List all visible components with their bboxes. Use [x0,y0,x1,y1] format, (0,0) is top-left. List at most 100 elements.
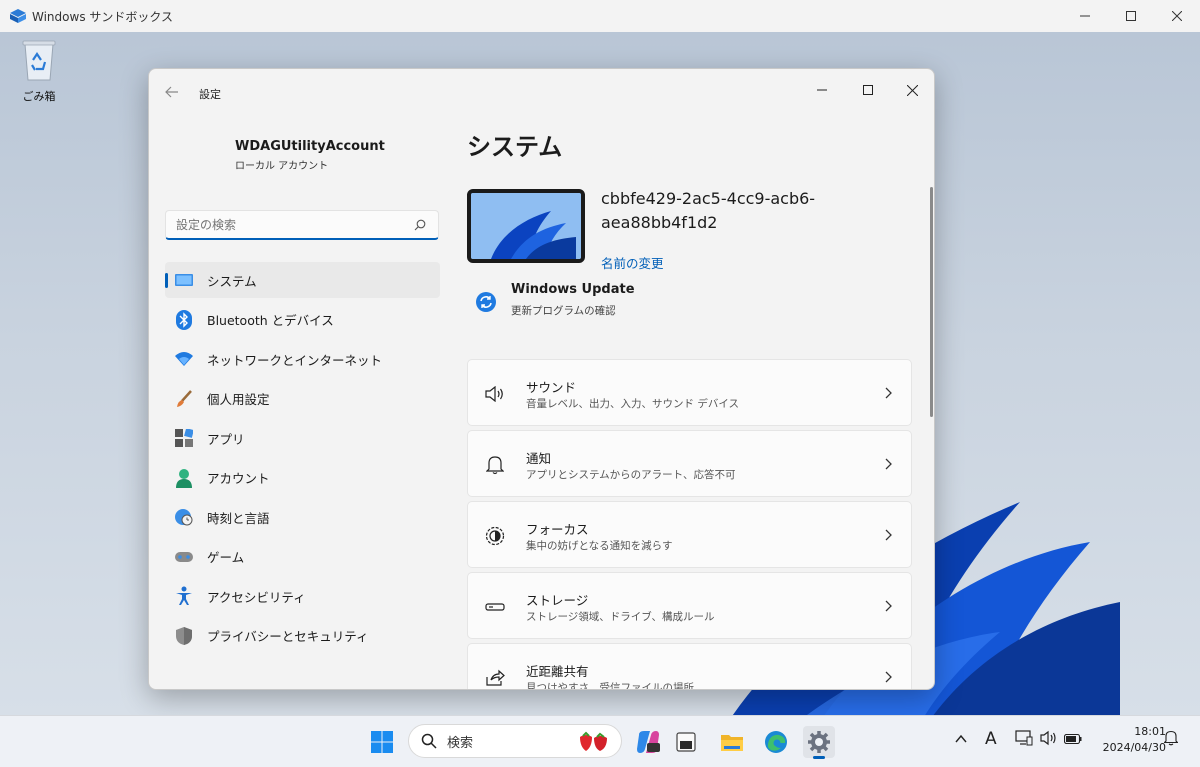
card-subtitle: アプリとシステムからのアラート、応答不可 [526,469,736,481]
taskbar-search[interactable]: 検索 [408,724,622,758]
terminal-icon [676,732,696,752]
card-title: 近距離共有 [526,664,589,679]
nav-item-bluetooth[interactable]: Bluetooth とデバイス [165,302,440,338]
card-subtitle: 見つけやすさ、受信ファイルの場所 [526,682,694,690]
settings-window-title: 設定 [199,88,221,101]
network-icon[interactable] [1015,730,1033,746]
ime-indicator[interactable]: A [985,729,997,749]
nav-label: 個人用設定 [207,392,270,407]
search-icon [421,733,437,749]
card-title: 通知 [526,451,552,466]
card-notifications[interactable]: 通知 アプリとシステムからのアラート、応答不可 [467,430,912,497]
nav-item-personalization[interactable]: 個人用設定 [165,381,440,417]
taskbar-settings[interactable] [803,726,835,759]
nav-label: ネットワークとインターネット [207,352,383,368]
card-nearby-sharing[interactable]: 近距離共有 見つけやすさ、受信ファイルの場所 [467,643,912,690]
accessibility-icon [174,586,194,606]
notification-bell-icon[interactable] [1164,730,1178,746]
battery-icon[interactable] [1064,734,1082,744]
taskbar: 検索 A 18:01 2024/04/30 [0,715,1200,767]
sandbox-titlebar: Windows サンドボックス [0,0,1200,32]
nav-label: 時刻と言語 [207,510,270,526]
brush-icon [174,389,194,409]
volume-icon[interactable] [1040,730,1058,746]
recycle-bin-icon [22,40,56,81]
settings-search-input[interactable] [176,217,406,232]
windows-update-subtitle: 更新プログラムの確認 [511,305,616,317]
settings-nav: システム Bluetooth とデバイス ネットワークとインターネット 個人用設… [165,262,440,657]
nav-label: プライバシーとセキュリティ [207,629,369,644]
device-thumbnail [467,189,585,263]
device-name: cbbfe429-2ac5-4cc9-acb6-aea88bb4f1d2 [601,189,816,232]
drive-icon [484,596,506,618]
windows-update-icon [476,292,496,312]
card-title: フォーカス [526,522,589,537]
nav-label: アクセシビリティ [207,589,306,605]
clock-date: 2024/04/30 [1102,741,1166,754]
edge-icon [765,731,787,753]
search-icon [414,219,426,231]
card-subtitle: 音量レベル、出力、入力、サウンド デバイス [526,398,740,410]
card-storage[interactable]: ストレージ ストレージ領域、ドライブ、構成ルール [467,572,912,639]
recycle-bin[interactable]: ごみ箱 [16,38,62,104]
nav-label: アカウント [207,471,270,486]
wallpaper-thumbnail-icon [471,193,581,259]
taskbar-edge[interactable] [760,726,792,758]
windows-logo-icon [371,731,393,753]
gamepad-icon [174,547,194,567]
settings-close-button[interactable] [889,75,934,105]
settings-maximize-button[interactable] [845,75,891,105]
settings-titlebar: 設定 [149,69,934,115]
card-subtitle: 集中の妨げとなる通知を減らす [526,540,673,552]
settings-search[interactable] [165,210,439,240]
nav-item-gaming[interactable]: ゲーム [165,539,440,575]
apps-icon [174,428,194,448]
nav-label: ゲーム [207,550,245,565]
settings-minimize-button[interactable] [799,75,845,105]
rename-link[interactable]: 名前の変更 [601,253,664,272]
nav-item-accessibility[interactable]: アクセシビリティ [165,578,440,614]
card-subtitle: ストレージ領域、ドライブ、構成ルール [526,611,715,623]
card-focus[interactable]: フォーカス 集中の妨げとなる通知を減らす [467,501,912,568]
taskbar-search-label: 検索 [447,735,474,751]
taskbar-terminal[interactable] [670,726,702,758]
shield-icon [174,626,194,646]
nav-item-accounts[interactable]: アカウント [165,460,440,496]
chevron-right-icon [885,458,892,470]
sandbox-minimize-button[interactable] [1062,0,1108,32]
bluetooth-icon [174,309,194,330]
nav-item-system[interactable]: システム [165,262,440,298]
nav-item-network[interactable]: ネットワークとインターネット [165,341,440,377]
card-sound[interactable]: サウンド 音量レベル、出力、入力、サウンド デバイス [467,359,912,426]
strawberry-icon [580,731,607,751]
share-icon [484,667,506,689]
nav-item-apps[interactable]: アプリ [165,420,440,456]
tray-expand-icon[interactable] [955,734,967,744]
main-scrollbar[interactable] [930,187,933,417]
bell-icon [484,454,506,476]
chevron-right-icon [885,600,892,612]
taskbar-file-explorer[interactable] [716,726,748,758]
back-arrow-icon[interactable] [163,83,181,101]
sandbox-maximize-button[interactable] [1108,0,1154,32]
account-type: ローカル アカウント [235,161,329,172]
nav-item-time-language[interactable]: 時刻と言語 [165,499,440,535]
account-name: WDAGUtilityAccount [235,139,385,154]
folder-icon [721,735,743,751]
taskbar-clock[interactable]: 18:01 2024/04/30 [1090,724,1166,756]
card-title: ストレージ [526,593,589,608]
page-title: システム [467,133,563,161]
sandbox-app-icon [10,9,26,23]
monitor-icon [174,270,194,290]
clock-time: 18:01 [1134,725,1166,738]
sandbox-close-button[interactable] [1154,0,1200,32]
nav-label: Bluetooth とデバイス [207,313,334,328]
sandbox-window-title: Windows サンドボックス [32,9,174,24]
nav-item-privacy-security[interactable]: プライバシーとセキュリティ [165,618,440,654]
start-button[interactable] [366,726,398,758]
recycle-bin-label: ごみ箱 [22,90,56,103]
windows-update-title[interactable]: Windows Update [511,282,635,297]
taskbar-copilot[interactable] [632,726,664,758]
close-icon [1172,11,1182,21]
minimize-icon [817,89,827,91]
